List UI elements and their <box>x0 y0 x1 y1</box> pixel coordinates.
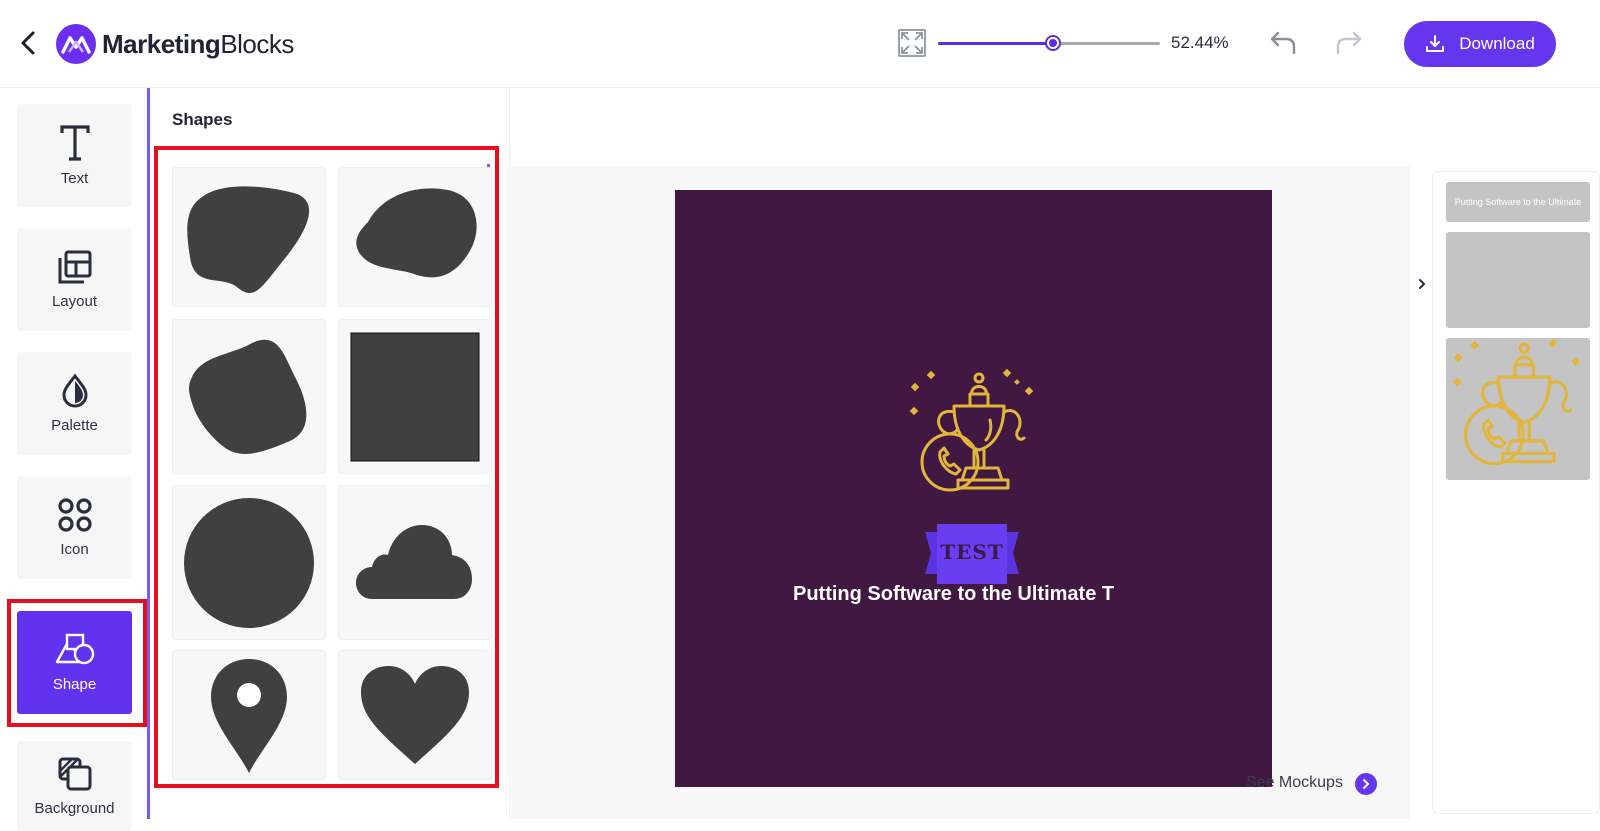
panel-title: Shapes <box>172 110 233 129</box>
blob-shape-icon <box>187 186 310 293</box>
zoom-slider[interactable] <box>938 35 1160 51</box>
logo-text-light: Blocks <box>220 28 294 59</box>
location-pin-shape-icon <box>211 659 287 773</box>
see-mockups-button[interactable] <box>1355 773 1377 795</box>
zoom-value: 52.44% <box>1171 33 1229 52</box>
layer-item-icon[interactable] <box>1446 338 1590 480</box>
layer-item-blank[interactable] <box>1446 232 1590 328</box>
undo-icon <box>1270 31 1296 55</box>
canvas-headline[interactable]: Putting Software to the Ultimate T <box>793 583 1114 606</box>
trophy-phone-icon[interactable] <box>908 368 1038 506</box>
cloud-shape-icon <box>356 524 472 599</box>
tool-palette[interactable]: Palette <box>17 352 132 455</box>
layout-icon <box>58 250 91 284</box>
tool-icon[interactable]: Icon <box>17 476 132 579</box>
shape-circle[interactable] <box>172 485 326 640</box>
tool-layout[interactable]: Layout <box>17 228 132 331</box>
expand-icon <box>901 32 923 54</box>
redo-icon <box>1336 31 1362 55</box>
back-button[interactable] <box>16 30 42 56</box>
blob-shape-icon <box>356 188 477 278</box>
see-mockups-link[interactable]: See Mockups <box>1246 774 1343 792</box>
logo-text: MarketingBlocks <box>102 29 294 60</box>
tool-label: Background <box>34 799 115 817</box>
logo-text-bold: Marketing <box>102 28 221 59</box>
square-shape-icon <box>350 332 480 461</box>
shape-heart[interactable] <box>338 650 492 780</box>
redo-button[interactable] <box>1334 29 1364 57</box>
shape-tool-highlight <box>7 599 147 727</box>
layer-item-text[interactable]: Putting Software to the Ultimate <box>1446 182 1590 222</box>
text-icon <box>59 125 90 161</box>
top-bar: MarketingBlocks 52.44% Download <box>0 0 1600 88</box>
app-logo[interactable]: MarketingBlocks <box>56 24 294 64</box>
zoom-slider-thumb[interactable] <box>1045 35 1061 51</box>
shape-blob-3[interactable] <box>172 319 326 474</box>
download-button[interactable]: Download <box>1404 21 1556 67</box>
tool-label: Text <box>60 170 89 187</box>
zoom-slider-fill <box>938 42 1053 45</box>
chevron-right-icon <box>1419 279 1426 289</box>
fit-to-screen-button[interactable] <box>898 29 926 57</box>
tool-label: Layout <box>51 293 98 310</box>
tool-label: Palette <box>51 417 98 434</box>
layer-label: Putting Software to the Ultimate <box>1454 197 1582 207</box>
download-label: Download <box>1459 34 1535 53</box>
trophy-phone-icon <box>1452 338 1580 466</box>
shape-square[interactable] <box>338 319 492 474</box>
logo-mark-icon <box>56 24 96 64</box>
palette-icon <box>61 373 88 408</box>
layers-toggle-button[interactable] <box>1412 250 1432 318</box>
heart-shape-icon <box>361 666 469 764</box>
tool-background[interactable]: Background <box>17 741 132 831</box>
shape-blob-1[interactable] <box>172 167 326 307</box>
chevron-left-icon <box>21 31 35 55</box>
shapes-panel: Shapes <box>150 88 510 819</box>
shape-location-pin[interactable] <box>172 650 326 780</box>
undo-button[interactable] <box>1268 29 1298 57</box>
shape-blob-2[interactable] <box>338 167 492 307</box>
shape-cloud[interactable] <box>338 485 492 640</box>
blob-shape-icon <box>189 339 307 454</box>
tool-text[interactable]: Text <box>17 104 132 207</box>
tool-label: Icon <box>60 541 89 558</box>
background-icon <box>58 757 91 790</box>
badge-text: TEST <box>940 540 1004 564</box>
circle-shape-icon <box>184 497 314 628</box>
layers-panel: Putting Software to the Ultimate <box>1432 171 1600 814</box>
download-icon <box>1426 35 1445 52</box>
chevron-right-icon <box>1363 779 1370 789</box>
icon-grid-icon <box>57 498 92 532</box>
